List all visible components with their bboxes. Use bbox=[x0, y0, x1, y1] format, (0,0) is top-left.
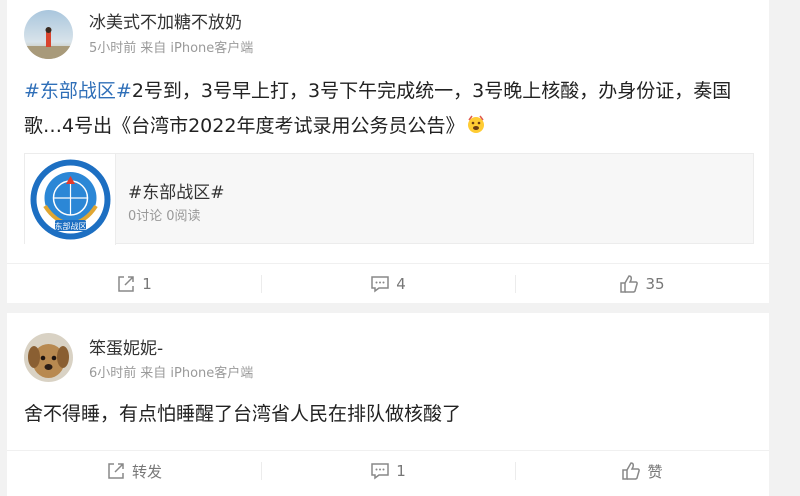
post-meta: 6小时前 来自 iPhone客户端 bbox=[89, 362, 257, 381]
topic-title[interactable]: #东部战区# bbox=[128, 178, 225, 203]
post-meta: 5小时前 来自 iPhone客户端 bbox=[89, 37, 257, 56]
forward-icon bbox=[108, 463, 124, 479]
comment-icon bbox=[371, 276, 389, 293]
topic-logo-text: 东部战区 bbox=[55, 221, 87, 231]
topic-discussions: 0讨论 bbox=[128, 209, 163, 224]
comment-count: 1 bbox=[396, 462, 406, 480]
action-bar: 转发 1 赞 bbox=[7, 450, 769, 490]
post-time[interactable]: 5小时前 bbox=[89, 41, 136, 56]
post-text: #东部战区#2号到，3号早上打，3号下午完成统一，3号晚上核酸，办身份证，奏国歌… bbox=[24, 74, 744, 144]
post-card: 冰美式不加糖不放奶 5小时前 来自 iPhone客户端 #东部战区#2号到，3号早… bbox=[7, 0, 769, 303]
like-label: 赞 bbox=[647, 462, 663, 481]
like-icon bbox=[620, 275, 639, 293]
forward-button[interactable]: 转发 bbox=[7, 451, 261, 491]
post-time[interactable]: 6小时前 bbox=[89, 366, 136, 381]
post-text: 舍不得睡，有点怕睡醒了台湾省人民在排队做核酸了 bbox=[24, 403, 462, 425]
forward-button[interactable]: 1 bbox=[7, 264, 261, 304]
comment-count: 4 bbox=[396, 275, 406, 293]
forward-icon bbox=[118, 276, 134, 292]
hashtag-link[interactable]: #东部战区# bbox=[24, 80, 132, 102]
comment-icon bbox=[371, 463, 389, 480]
emoji-icon bbox=[466, 111, 486, 133]
author-name[interactable]: 笨蛋妮妮- bbox=[89, 334, 163, 359]
avatar[interactable] bbox=[24, 10, 73, 59]
like-count: 35 bbox=[645, 275, 665, 293]
post-source: 来自 iPhone客户端 bbox=[140, 366, 254, 381]
avatar[interactable] bbox=[24, 333, 73, 382]
topic-card[interactable]: 东部战区 #东部战区# 0讨论 0阅读 bbox=[24, 153, 754, 245]
topic-stats: 0讨论 0阅读 bbox=[128, 205, 205, 224]
comment-button[interactable]: 4 bbox=[261, 264, 515, 304]
post-card: 笨蛋妮妮- 6小时前 来自 iPhone客户端 舍不得睡，有点怕睡醒了台湾省人民在… bbox=[7, 313, 769, 496]
forward-count: 1 bbox=[142, 275, 152, 293]
like-icon bbox=[622, 462, 641, 480]
action-bar: 1 4 35 bbox=[7, 263, 769, 303]
topic-logo: 东部战区 bbox=[25, 154, 116, 245]
post-source: 来自 iPhone客户端 bbox=[140, 41, 254, 56]
like-button[interactable]: 35 bbox=[515, 264, 769, 304]
comment-button[interactable]: 1 bbox=[261, 451, 515, 491]
like-button[interactable]: 赞 bbox=[515, 451, 769, 491]
forward-label: 转发 bbox=[131, 462, 162, 481]
author-name[interactable]: 冰美式不加糖不放奶 bbox=[89, 8, 242, 33]
topic-reads: 0阅读 bbox=[166, 209, 201, 224]
